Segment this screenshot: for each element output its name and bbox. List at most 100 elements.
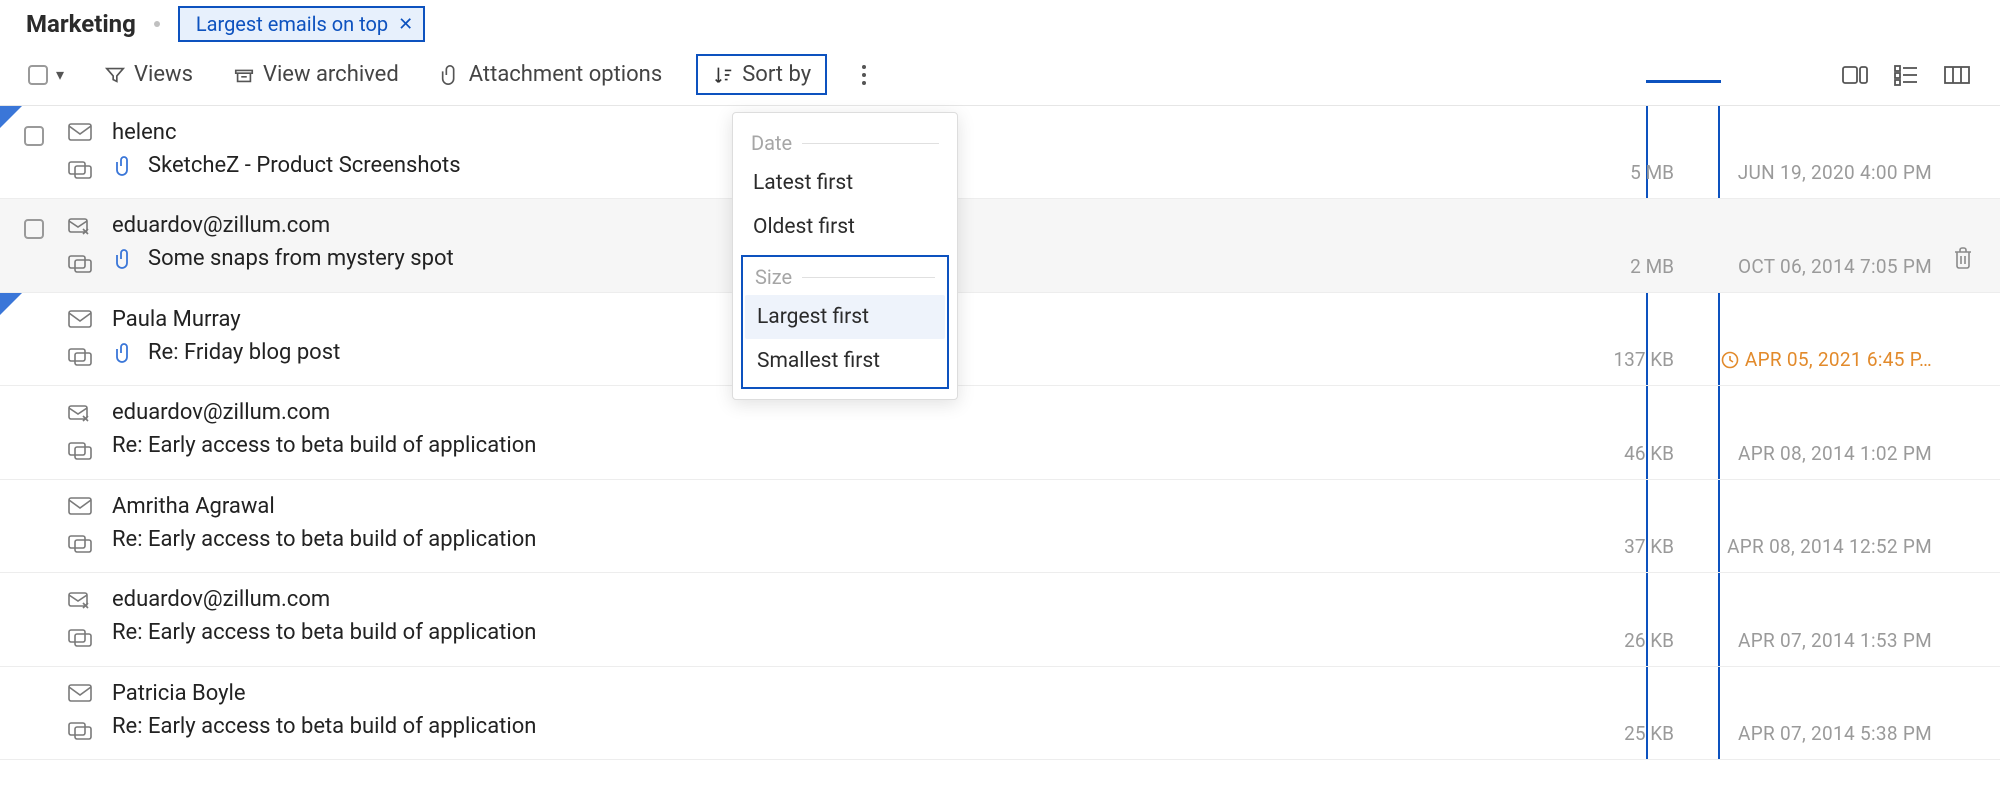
email-subject: Re: Early access to beta build of applic… (112, 433, 536, 458)
email-row[interactable]: eduardov@zillum.comRe: Early access to b… (0, 573, 2000, 667)
row-icons (68, 307, 112, 371)
conversation-icon (68, 441, 112, 465)
list-view-icon[interactable] (1894, 64, 1918, 86)
delete-icon[interactable] (1952, 246, 1974, 275)
view-archived-button[interactable]: View archived (227, 58, 405, 91)
row-meta: 137 KB APR 05, 2021 6:45 P… (1604, 307, 1976, 371)
more-menu-button[interactable] (855, 60, 873, 90)
conversation-icon (68, 721, 112, 745)
email-date: APR 08, 2014 12:52 PM (1698, 535, 1932, 558)
kebab-icon (861, 64, 867, 86)
email-subject: Re: Early access to beta build of applic… (112, 714, 536, 739)
envelope-icon (68, 122, 112, 146)
unread-indicator (0, 106, 22, 128)
paperclip-icon (112, 342, 136, 364)
views-button[interactable]: Views (98, 58, 199, 91)
row-meta: 46 KB APR 08, 2014 1:02 PM (1604, 400, 1976, 465)
sort-by-button[interactable]: Sort by (696, 54, 827, 95)
email-row[interactable]: helencSketcheZ - Product Screenshots5 MB… (0, 106, 2000, 199)
row-meta: 2 MB OCT 06, 2014 7:05 PM (1604, 213, 1976, 278)
attachment-options-button[interactable]: Attachment options (433, 58, 668, 91)
row-checkbox[interactable] (24, 681, 68, 745)
envelope-icon (68, 683, 112, 707)
select-all-checkbox[interactable]: ▾ (22, 61, 70, 89)
sort-group-date: Date (741, 127, 949, 161)
row-meta: 37 KB APR 08, 2014 12:52 PM (1604, 494, 1976, 558)
row-icons (68, 120, 112, 184)
unread-indicator (0, 293, 22, 315)
envelope-icon (68, 496, 112, 520)
folder-title: Marketing (26, 10, 136, 38)
view-archived-label: View archived (263, 62, 399, 87)
row-checkbox[interactable] (24, 120, 68, 184)
email-list-wrap: helencSketcheZ - Product Screenshots5 MB… (0, 106, 2000, 760)
email-date: APR 08, 2014 1:02 PM (1698, 442, 1932, 465)
email-row[interactable]: eduardov@zillum.comRe: Early access to b… (0, 386, 2000, 480)
email-size: 137 KB (1604, 348, 1674, 371)
toolbar: ▾ Views View archived Attachment options… (0, 48, 2000, 106)
separator-dot (154, 21, 160, 27)
sort-group-size: Size (745, 261, 945, 295)
email-row[interactable]: Paula MurrayRe: Friday blog post137 KBAP… (0, 293, 2000, 386)
email-date: JUN 19, 2020 4:00 PM (1698, 161, 1932, 184)
email-sender: Amritha Agrawal (112, 494, 1604, 519)
archive-icon (233, 64, 255, 86)
conversation-icon (68, 347, 112, 371)
filter-chip-label: Largest emails on top (196, 12, 388, 36)
email-size: 2 MB (1604, 255, 1674, 278)
row-checkbox[interactable] (24, 400, 68, 465)
column-view-icon[interactable] (1944, 64, 1970, 86)
email-row[interactable]: Patricia Boyle Re: Early access to beta b… (0, 667, 2000, 760)
header-bar: Marketing Largest emails on top ✕ (0, 0, 2000, 48)
row-checkbox[interactable] (24, 307, 68, 371)
email-date-snoozed: APR 05, 2021 6:45 P… (1698, 348, 1932, 371)
row-meta: 26 KB APR 07, 2014 1:53 PM (1604, 587, 1976, 652)
row-checkbox[interactable] (24, 213, 68, 278)
row-meta: 5 MB JUN 19, 2020 4:00 PM (1604, 120, 1976, 184)
row-meta: 25 KBAPR 07, 2014 5:38 PM (1604, 681, 1976, 745)
email-row[interactable]: eduardov@zillum.comSome snaps from myste… (0, 199, 2000, 293)
email-size: 26 KB (1604, 629, 1674, 652)
email-date: OCT 06, 2014 7:05 PM (1698, 255, 1932, 278)
sort-smallest-first[interactable]: Smallest first (745, 339, 945, 383)
row-icons (68, 213, 112, 278)
email-size: 5 MB (1604, 161, 1674, 184)
sort-largest-first[interactable]: Largest first (745, 295, 945, 339)
row-checkbox[interactable] (24, 587, 68, 652)
envelope-icon (68, 215, 112, 240)
filter-chip[interactable]: Largest emails on top ✕ (178, 6, 425, 42)
attachment-options-label: Attachment options (469, 62, 662, 87)
envelope-icon (68, 309, 112, 333)
email-size: 46 KB (1604, 442, 1674, 465)
row-icons (68, 400, 112, 465)
row-checkbox[interactable] (24, 494, 68, 558)
email-subject: Some snaps from mystery spot (148, 246, 454, 271)
filter-icon (104, 64, 126, 86)
sort-group-size-label: Size (755, 265, 792, 289)
attachment-options-icon (439, 64, 461, 86)
conversation-icon (68, 160, 112, 184)
email-sender: Patricia Boyle (112, 681, 1604, 706)
sort-icon (712, 64, 734, 86)
row-icons (68, 681, 112, 745)
sort-dropdown: Date Latest first Oldest first Size Larg… (732, 112, 958, 400)
email-date: APR 07, 2014 5:38 PM (1698, 722, 1932, 745)
paperclip-icon (112, 248, 136, 270)
close-icon[interactable]: ✕ (398, 14, 413, 35)
sort-oldest-first[interactable]: Oldest first (741, 205, 949, 249)
chevron-down-icon[interactable]: ▾ (56, 65, 64, 84)
reading-pane-icon[interactable] (1842, 64, 1868, 86)
sort-size-highlight-box: Size Largest first Smallest first (741, 255, 949, 389)
email-list: helencSketcheZ - Product Screenshots5 MB… (0, 106, 2000, 760)
sort-latest-first[interactable]: Latest first (741, 161, 949, 205)
email-size: 37 KB (1604, 535, 1674, 558)
sort-by-label: Sort by (742, 62, 811, 87)
email-subject: Re: Early access to beta build of applic… (112, 527, 536, 552)
email-row[interactable]: Amritha Agrawal Re: Early access to beta … (0, 480, 2000, 573)
email-date: APR 07, 2014 1:53 PM (1698, 629, 1932, 652)
sort-group-date-label: Date (751, 131, 792, 155)
conversation-icon (68, 534, 112, 558)
email-subject: Re: Early access to beta build of applic… (112, 620, 536, 645)
envelope-icon (68, 589, 112, 614)
envelope-icon (68, 402, 112, 427)
